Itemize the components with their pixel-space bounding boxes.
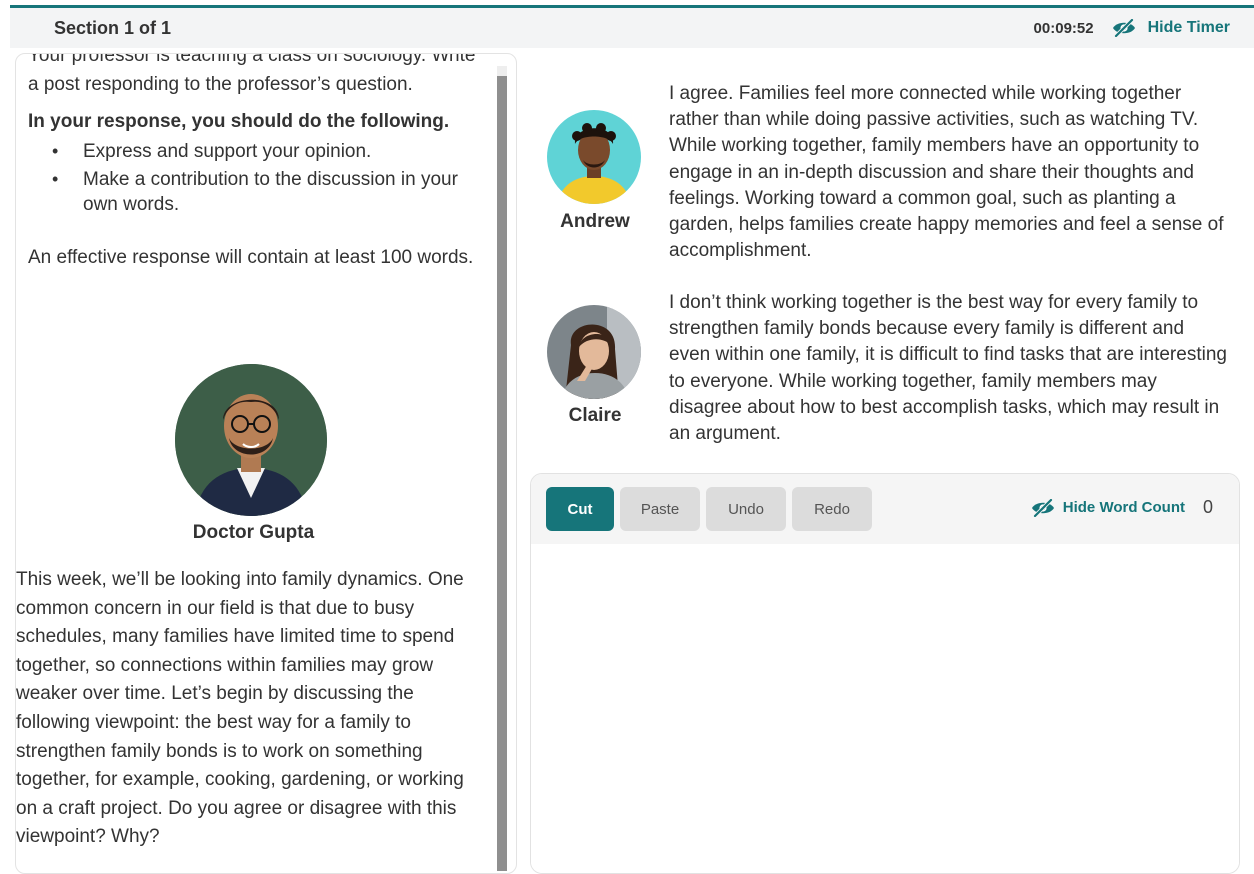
claire-avatar — [547, 305, 641, 399]
response-textarea[interactable] — [531, 544, 1239, 873]
andrew-post-text: I agree. Families feel more connected wh… — [669, 83, 1224, 262]
timer-display: 00:09:52 — [1033, 19, 1094, 37]
editor-toolbar: Cut Paste Undo Redo Hide Word Count 0 — [531, 474, 1239, 544]
hide-timer-button[interactable]: Hide Timer — [1112, 19, 1230, 37]
word-count-value: 0 — [1202, 497, 1213, 517]
response-editor: Cut Paste Undo Redo Hide Word Count 0 — [530, 473, 1240, 874]
professor-name: Doctor Gupta — [192, 522, 315, 543]
section-header: Section 1 of 1 00:09:52 Hide Timer — [10, 8, 1254, 48]
hide-word-count-button[interactable]: Hide Word Count — [1031, 498, 1185, 517]
eye-slash-icon — [1031, 498, 1054, 517]
hide-timer-label: Hide Timer — [1147, 19, 1230, 36]
paste-button[interactable]: Paste — [620, 487, 700, 531]
prompt-bullets: Express and support your opinion. Make a… — [52, 139, 478, 217]
redo-button[interactable]: Redo — [792, 487, 872, 531]
word-count-area: Hide Word Count 0 — [1031, 497, 1213, 518]
bullet-item: Express and support your opinion. — [52, 139, 478, 164]
andrew-avatar — [547, 110, 641, 204]
prompt-heading: In your response, you should do the foll… — [28, 111, 450, 132]
prompt-word-requirement: An effective response will contain at le… — [28, 247, 474, 268]
prompt-intro: Your professor is teaching a class on so… — [28, 53, 476, 95]
cut-button[interactable]: Cut — [546, 487, 614, 531]
claire-name: Claire — [568, 405, 622, 426]
eye-slash-icon — [1112, 19, 1135, 37]
hide-word-count-label: Hide Word Count — [1062, 499, 1185, 516]
andrew-name: Andrew — [560, 211, 630, 232]
claire-post-text: I don’t think working together is the be… — [669, 292, 1227, 445]
prompt-panel[interactable]: Your professor is teaching a class on so… — [15, 53, 517, 874]
bullet-item: Make a contribution to the discussion in… — [52, 167, 478, 217]
timer-area: 00:09:52 Hide Timer — [1034, 19, 1230, 37]
prompt-content: Your professor is teaching a class on so… — [28, 53, 478, 272]
scrollbar-thumb[interactable] — [497, 76, 507, 871]
undo-button[interactable]: Undo — [706, 487, 786, 531]
professor-avatar — [175, 364, 327, 516]
professor-question: This week, we’ll be looking into family … — [16, 569, 464, 848]
section-title: Section 1 of 1 — [54, 17, 172, 38]
